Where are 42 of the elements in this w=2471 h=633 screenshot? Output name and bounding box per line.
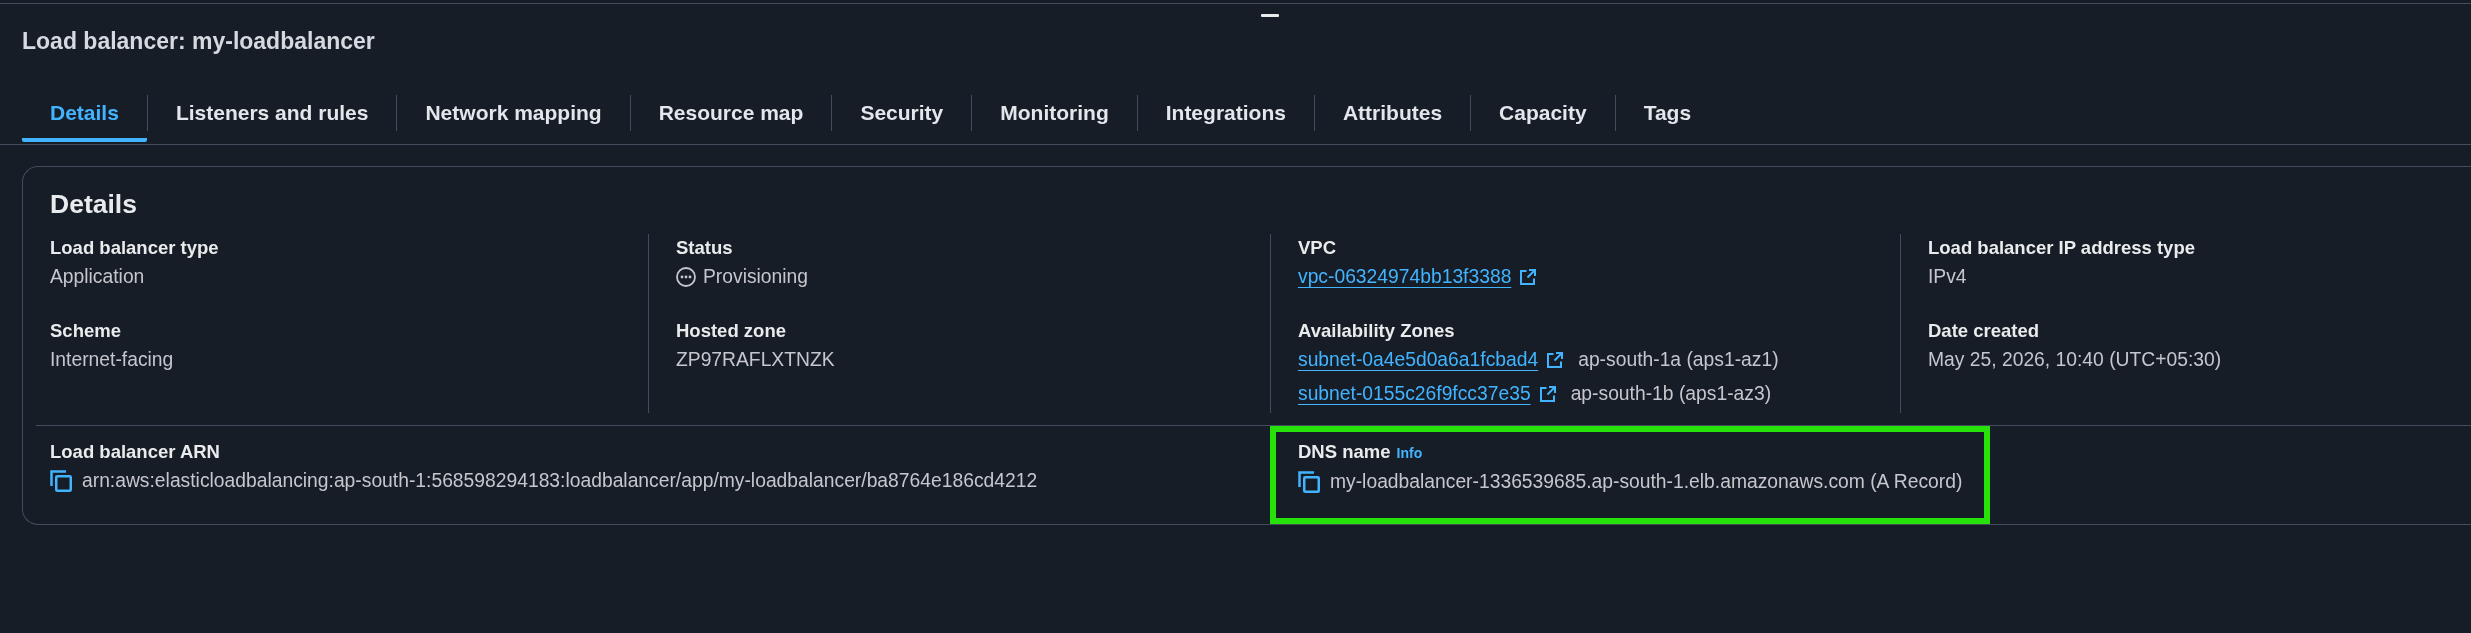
resize-handle[interactable] <box>1261 14 1279 17</box>
tab[interactable]: Capacity <box>1471 88 1615 142</box>
page-title: Load balancer: my-loadbalancer <box>21 27 375 55</box>
field-value: my-loadbalancer-1336539685.ap-south-1.elb.amazonaws.com (A Record) <box>1330 470 1963 494</box>
section-heading: Details <box>50 188 137 220</box>
field-label: Hosted zone <box>676 319 786 343</box>
field-value: ZP97RAFLXTNZK <box>676 348 835 372</box>
field-label: Load balancer ARN <box>50 440 220 464</box>
status-text: Provisioning <box>703 265 809 289</box>
field-label: Scheme <box>50 319 121 343</box>
tab[interactable]: Details <box>22 88 147 142</box>
field-value: Application <box>50 265 145 289</box>
tab[interactable]: Attributes <box>1314 88 1471 142</box>
tab[interactable]: Listeners and rules <box>147 88 397 142</box>
info-link[interactable]: Info <box>1396 439 1423 467</box>
field-label: VPC <box>1298 236 1337 260</box>
field-label: Date created <box>1928 319 2040 343</box>
tab[interactable]: Resource map <box>630 88 832 142</box>
field-value: arn:aws:elasticloadbalancing:ap-south-1:568598294183:loadbalancer/app/my-loadbalancer/ba8764e186cd4212 <box>82 469 1038 493</box>
copy-icon[interactable] <box>1298 471 1320 493</box>
field-label: Availability Zones <box>1298 319 1455 343</box>
external-link-icon <box>1539 386 1556 402</box>
field-label: Load balancer type <box>50 236 219 260</box>
tab[interactable]: Tags <box>1615 88 1720 142</box>
resource-link[interactable]: subnet-0a4e5d0a6a1fcbad4 <box>1298 346 1564 374</box>
field-value: Internet-facing <box>50 348 174 372</box>
field-label: DNS name <box>1298 440 1391 464</box>
field-value: May 25, 2026, 10:40 (UTC+05:30) <box>1928 348 2222 372</box>
tab[interactable]: Integrations <box>1137 88 1314 142</box>
field-note: ap-south-1a (aps1-az1) <box>1578 348 1779 372</box>
resource-link[interactable]: subnet-0155c26f9fcc37e35 <box>1298 380 1556 408</box>
field-label: Status <box>676 236 733 260</box>
copy-icon[interactable] <box>50 470 72 492</box>
resource-link[interactable]: vpc-06324974bb13f3388 <box>1298 263 1537 291</box>
tab[interactable]: Security <box>832 88 972 142</box>
field-value: IPv4 <box>1928 265 1967 289</box>
tab[interactable]: Network mapping <box>397 88 630 142</box>
tab[interactable]: Monitoring <box>972 88 1137 142</box>
field-label: Load balancer IP address type <box>1928 236 2195 260</box>
external-link-icon <box>1547 352 1564 368</box>
field-note: ap-south-1b (aps1-az3) <box>1570 382 1772 406</box>
external-link-icon <box>1520 269 1537 285</box>
